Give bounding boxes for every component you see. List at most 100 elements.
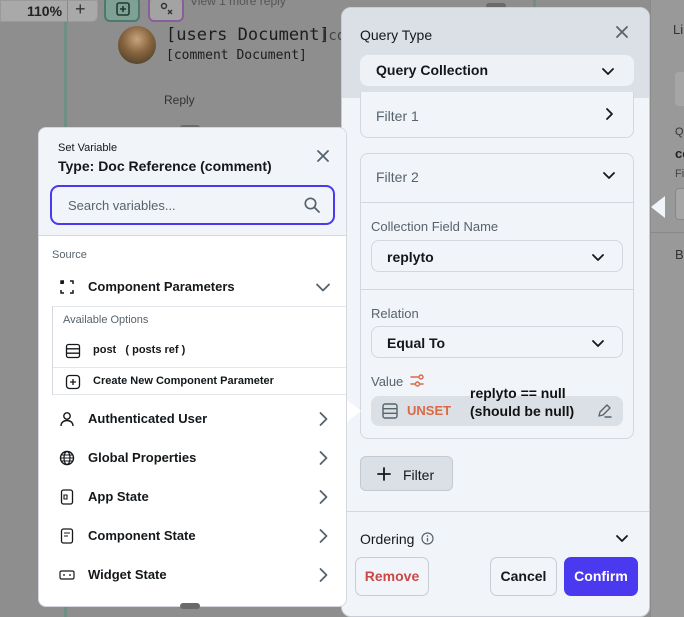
- zoom-in-button[interactable]: +: [75, 0, 86, 20]
- value-unset: UNSET: [407, 403, 452, 418]
- properties-panel-field[interactable]: [675, 188, 684, 220]
- value-label-row: Value: [371, 373, 424, 391]
- source-app-state[interactable]: App State: [39, 478, 346, 516]
- add-square-icon: [115, 1, 131, 17]
- search-icon[interactable]: [303, 196, 321, 214]
- chevron-right-icon: [314, 410, 332, 428]
- add-square-icon: [65, 374, 81, 390]
- confirm-button[interactable]: Confirm: [564, 557, 638, 596]
- collection-field-dropdown[interactable]: replyto: [371, 240, 623, 272]
- close-icon[interactable]: [316, 149, 330, 163]
- wrap-widget-tool-button[interactable]: [148, 0, 184, 22]
- chevron-down-icon: [590, 249, 606, 265]
- relation-value: Equal To: [387, 335, 446, 351]
- source-label-text: App State: [88, 489, 149, 504]
- relation-dropdown[interactable]: Equal To: [371, 326, 623, 358]
- app-state-icon: [59, 489, 75, 505]
- set-variable-kicker: Set Variable: [58, 142, 118, 154]
- add-widget-tool-button[interactable]: [104, 0, 140, 22]
- comment-text: [comment Document]: [166, 48, 307, 63]
- zoom-level: 110%: [27, 3, 63, 19]
- filter-1-card[interactable]: Filter 1: [360, 92, 634, 138]
- zoom-divider: [67, 1, 68, 23]
- chevron-right-icon: [601, 106, 617, 122]
- source-global-properties[interactable]: Global Properties: [39, 439, 346, 477]
- annotation-line-1: replyto == null: [470, 385, 566, 401]
- query-type-value: Query Collection: [376, 62, 489, 78]
- annotation-line-2: (should be null): [470, 403, 575, 419]
- reply-link[interactable]: Reply: [164, 93, 195, 107]
- filter-2-label[interactable]: Filter 2: [376, 169, 419, 185]
- source-widget-state[interactable]: Widget State: [39, 556, 346, 594]
- option-post-label: post ( posts ref ): [93, 344, 186, 356]
- wrap-icon: [159, 1, 175, 17]
- available-options: Available Options post ( posts ref ) Cre…: [52, 306, 346, 396]
- globe-icon: [59, 450, 75, 466]
- popover-pointer: [347, 400, 361, 422]
- popover-pointer: [651, 196, 665, 218]
- create-new-component-parameter[interactable]: Create New Component Parameter: [53, 368, 346, 396]
- value-label: Value: [371, 374, 404, 389]
- resize-handle[interactable]: [180, 603, 200, 609]
- search-variables-field[interactable]: [50, 185, 335, 225]
- collection-field-label: Collection Field Name: [371, 219, 499, 234]
- properties-panel-field[interactable]: [675, 72, 684, 106]
- divider: [361, 289, 633, 290]
- variable-settings-icon[interactable]: [409, 374, 425, 388]
- person-icon: [59, 411, 75, 427]
- chevron-right-icon: [314, 449, 332, 467]
- divider: [651, 232, 684, 233]
- source-label-text: Widget State: [88, 567, 167, 582]
- chevron-down-icon: [314, 278, 332, 296]
- create-new-component-parameter-label: Create New Component Parameter: [93, 375, 274, 387]
- source-component-state[interactable]: Component State: [39, 517, 346, 555]
- widget-state-icon: [59, 567, 75, 583]
- add-filter-label: Filter: [403, 467, 435, 483]
- source-authenticated-user[interactable]: Authenticated User: [39, 400, 346, 438]
- set-variable-header: Set Variable Type: Doc Reference (commen…: [39, 128, 346, 236]
- add-filter-button[interactable]: Filter: [360, 456, 453, 491]
- chevron-down-icon[interactable]: [601, 167, 617, 183]
- option-post[interactable]: post ( posts ref ): [53, 337, 346, 365]
- properties-panel-label: Fi: [675, 168, 684, 180]
- set-variable-panel: Set Variable Type: Doc Reference (commen…: [38, 127, 347, 607]
- search-input[interactable]: [68, 195, 288, 215]
- ordering-label[interactable]: Ordering: [360, 531, 414, 547]
- info-icon[interactable]: [421, 532, 434, 545]
- annotation-note: replyto == null (should be null): [470, 384, 574, 420]
- properties-panel-label: Q: [675, 126, 684, 138]
- view-more-replies[interactable]: View 1 more reply: [190, 0, 286, 8]
- collection-field-value: replyto: [387, 249, 434, 265]
- database-icon: [65, 343, 81, 359]
- source-label-text: Global Properties: [88, 450, 197, 465]
- cancel-button[interactable]: Cancel: [490, 557, 557, 596]
- properties-panel-label: Li: [673, 22, 684, 37]
- source-component-parameters[interactable]: Component Parameters: [39, 268, 346, 306]
- relation-label: Relation: [371, 306, 419, 321]
- divider: [361, 202, 633, 203]
- chevron-right-icon: [314, 488, 332, 506]
- available-options-label: Available Options: [63, 314, 149, 326]
- database-icon: [381, 402, 399, 420]
- source-label-text: Component State: [88, 528, 196, 543]
- chevron-right-icon: [314, 566, 332, 584]
- properties-panel-label: Ba: [675, 247, 684, 262]
- comment-author: [users Document]: [166, 25, 330, 45]
- properties-panel: Li Q co Fi Ba: [650, 0, 684, 617]
- edit-pencil-icon[interactable]: [595, 402, 613, 420]
- set-variable-title: Type: Doc Reference (comment): [58, 158, 272, 174]
- plus-icon: [377, 464, 391, 481]
- close-icon[interactable]: [614, 24, 630, 40]
- component-state-icon: [59, 528, 75, 544]
- chevron-down-icon: [600, 63, 616, 79]
- chevron-down-icon[interactable]: [614, 530, 630, 546]
- chevron-right-icon: [314, 527, 332, 545]
- avatar: [118, 26, 156, 64]
- divider: [342, 511, 649, 512]
- component-parameters-label: Component Parameters: [88, 279, 235, 294]
- query-panel: Query Type Query Collection Filter 1 Fil…: [341, 7, 650, 617]
- remove-button[interactable]: Remove: [355, 557, 429, 596]
- query-type-dropdown[interactable]: Query Collection: [360, 55, 634, 86]
- zoom-control[interactable]: 110% +: [0, 0, 98, 23]
- source-label: Source: [52, 249, 87, 261]
